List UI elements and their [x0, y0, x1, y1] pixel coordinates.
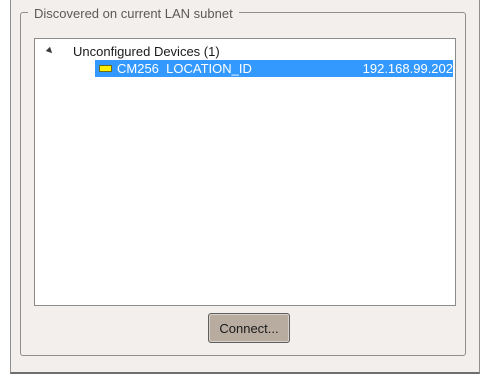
device-name: CM256 LOCATION_ID [117, 61, 252, 76]
device-ip: 192.168.99.202 [362, 61, 453, 76]
device-status-icon [99, 65, 112, 72]
tree-item-device[interactable]: CM256 LOCATION_ID 192.168.99.202 [95, 60, 453, 77]
triangle-expanded-icon[interactable] [45, 46, 55, 56]
connect-button[interactable]: Connect... [208, 313, 290, 343]
groupbox-title: Discovered on current LAN subnet [28, 6, 239, 22]
device-tree[interactable]: Unconfigured Devices (1) CM256 LOCATION_… [34, 38, 456, 306]
tree-group-label: Unconfigured Devices (1) [73, 44, 220, 59]
tree-group-unconfigured-devices[interactable]: Unconfigured Devices (1) [35, 43, 455, 60]
